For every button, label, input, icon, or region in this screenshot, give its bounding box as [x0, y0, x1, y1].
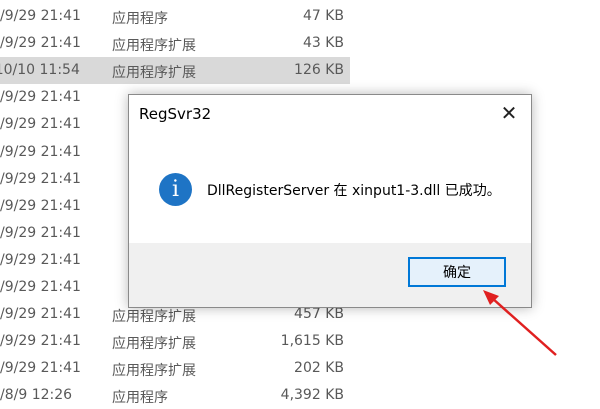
regsvr32-dialog: RegSvr32 ✕ i DllRegisterServer 在 xinput1… [128, 94, 532, 308]
file-date: /9/29 21:41 [0, 333, 81, 350]
file-row[interactable]: /9/29 21:41 应用程序扩展 1,615 KB [0, 328, 350, 355]
dialog-footer: 确定 [129, 243, 531, 307]
file-type: 应用程序扩展 [112, 336, 196, 353]
file-size: 47 KB [302, 8, 344, 24]
close-button[interactable]: ✕ [487, 95, 531, 131]
file-date: /10/10 11:54 [0, 62, 80, 79]
file-type: 应用程序 [112, 390, 168, 407]
file-size: 126 KB [294, 62, 344, 79]
file-date: /9/29 21:41 [0, 89, 81, 106]
file-date: /9/29 21:41 [0, 306, 81, 323]
file-date: /9/29 21:41 [0, 35, 81, 52]
file-size: 457 KB [294, 306, 344, 323]
ok-button[interactable]: 确定 [408, 257, 506, 287]
file-date: /9/29 21:41 [0, 251, 81, 268]
close-icon: ✕ [500, 101, 518, 125]
file-type: 应用程序扩展 [112, 38, 196, 55]
file-type: 应用程序扩展 [112, 309, 196, 326]
file-size: 202 KB [294, 360, 344, 377]
file-date: /9/29 21:41 [0, 197, 81, 214]
file-row[interactable]: /8/9 12:26 应用程序 4,392 KB [0, 382, 350, 409]
info-icon: i [159, 173, 192, 206]
file-date: /9/29 21:41 [0, 224, 81, 241]
file-row[interactable]: /9/29 21:41 应用程序扩展 202 KB [0, 355, 350, 382]
file-type: 应用程序 [112, 11, 168, 27]
file-size: 4,392 KB [280, 387, 344, 404]
file-date: /9/29 21:41 [0, 279, 81, 295]
file-date: /8/9 12:26 [0, 387, 73, 404]
file-size: 43 KB [302, 35, 344, 52]
dialog-title: RegSvr32 [139, 105, 212, 123]
file-type: 应用程序扩展 [112, 65, 196, 82]
file-row[interactable]: /10/10 11:54 应用程序扩展 126 KB [0, 57, 350, 85]
file-row[interactable]: /9/29 21:41 应用程序 47 KB [0, 3, 350, 30]
file-type: 应用程序扩展 [112, 363, 196, 380]
file-date: /9/29 21:41 [0, 8, 81, 24]
file-date: /9/29 21:41 [0, 170, 81, 187]
file-date: /9/29 21:41 [0, 143, 81, 160]
dialog-message: DllRegisterServer 在 xinput1-3.dll 已成功。 [207, 183, 501, 199]
file-row[interactable]: /9/29 21:41 应用程序扩展 43 KB [0, 30, 350, 57]
file-date: /9/29 21:41 [0, 116, 81, 133]
file-date: /9/29 21:41 [0, 360, 81, 377]
info-icon-glyph: i [171, 176, 180, 202]
file-size: 1,615 KB [280, 333, 344, 350]
